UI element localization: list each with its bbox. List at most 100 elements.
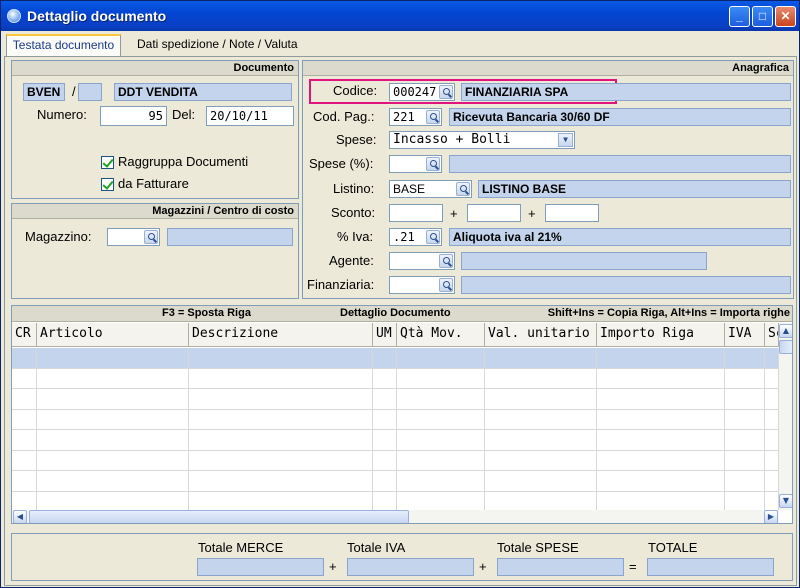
finanziaria-lookup-icon[interactable] <box>439 278 453 292</box>
spese-select[interactable]: Incasso + Bolli ▼ <box>389 131 575 149</box>
table-cell[interactable] <box>765 471 779 492</box>
raggruppa-checkbox[interactable] <box>101 156 114 169</box>
table-cell[interactable] <box>485 450 597 471</box>
table-cell[interactable] <box>397 348 485 369</box>
table-cell[interactable] <box>597 348 725 369</box>
table-cell[interactable] <box>189 389 373 410</box>
table-cell[interactable] <box>373 368 397 389</box>
table-cell[interactable] <box>597 389 725 410</box>
table-cell[interactable] <box>485 409 597 430</box>
table-cell[interactable] <box>725 450 765 471</box>
table-cell[interactable] <box>397 450 485 471</box>
table-cell[interactable] <box>37 348 189 369</box>
spese-pct-input[interactable] <box>389 155 442 173</box>
agente-input[interactable] <box>389 252 455 270</box>
table-cell[interactable] <box>397 430 485 451</box>
table-cell[interactable] <box>725 409 765 430</box>
table-row[interactable] <box>12 430 779 451</box>
table-cell[interactable] <box>397 491 485 512</box>
table-row[interactable] <box>12 368 779 389</box>
table-cell[interactable] <box>597 430 725 451</box>
table-row[interactable] <box>12 348 779 369</box>
table-cell[interactable] <box>485 471 597 492</box>
sconto-1-input[interactable] <box>389 204 443 222</box>
tab-testata-documento[interactable]: Testata documento <box>6 34 121 57</box>
codice-input[interactable]: 000247 <box>389 83 455 101</box>
table-cell[interactable] <box>485 368 597 389</box>
table-cell[interactable] <box>12 450 37 471</box>
numero-input[interactable]: 95 <box>100 106 167 126</box>
scroll-left-icon[interactable]: ◀ <box>13 510 27 523</box>
table-cell[interactable] <box>37 409 189 430</box>
table-cell[interactable] <box>597 471 725 492</box>
col-descrizione[interactable]: Descrizione <box>189 323 373 347</box>
table-cell[interactable] <box>765 348 779 369</box>
table-cell[interactable] <box>12 491 37 512</box>
table-cell[interactable] <box>725 491 765 512</box>
table-row[interactable] <box>12 450 779 471</box>
col-sc[interactable]: Sc <box>765 323 779 347</box>
table-row[interactable] <box>12 491 779 512</box>
table-cell[interactable] <box>725 430 765 451</box>
table-cell[interactable] <box>485 491 597 512</box>
magazzino-lookup-icon[interactable] <box>144 230 158 244</box>
table-cell[interactable] <box>37 389 189 410</box>
table-cell[interactable] <box>12 409 37 430</box>
table-cell[interactable] <box>485 389 597 410</box>
table-cell[interactable] <box>597 450 725 471</box>
codpag-lookup-icon[interactable] <box>426 110 440 124</box>
maximize-button[interactable]: □ <box>752 6 773 27</box>
grid-vscrollbar[interactable]: ▲ ▼ <box>779 323 792 510</box>
table-cell[interactable] <box>12 430 37 451</box>
table-cell[interactable] <box>485 348 597 369</box>
table-cell[interactable] <box>397 409 485 430</box>
table-cell[interactable] <box>725 368 765 389</box>
table-cell[interactable] <box>189 368 373 389</box>
spese-pct-lookup-icon[interactable] <box>426 157 440 171</box>
table-cell[interactable] <box>373 471 397 492</box>
tab-dati-spedizione[interactable]: Dati spedizione / Note / Valuta <box>131 36 304 56</box>
table-cell[interactable] <box>765 389 779 410</box>
minimize-button[interactable]: _ <box>729 6 750 27</box>
table-cell[interactable] <box>485 430 597 451</box>
spese-dropdown-icon[interactable]: ▼ <box>558 133 573 147</box>
table-cell[interactable] <box>725 389 765 410</box>
table-cell[interactable] <box>189 491 373 512</box>
fatturare-checkbox[interactable] <box>101 178 114 191</box>
table-cell[interactable] <box>597 368 725 389</box>
table-cell[interactable] <box>373 348 397 369</box>
col-importo-riga[interactable]: Importo Riga <box>597 323 725 347</box>
table-cell[interactable] <box>189 430 373 451</box>
scroll-right-icon[interactable]: ▶ <box>764 510 778 523</box>
codpag-input[interactable]: 221 <box>389 108 442 126</box>
listino-input[interactable]: BASE <box>389 180 472 198</box>
col-qta-mov[interactable]: Qtà Mov. <box>397 323 485 347</box>
iva-input[interactable]: .21 <box>389 228 442 246</box>
codice-lookup-icon[interactable] <box>439 85 453 99</box>
table-row[interactable] <box>12 409 779 430</box>
table-cell[interactable] <box>37 368 189 389</box>
table-cell[interactable] <box>373 430 397 451</box>
col-cr[interactable]: CR <box>12 323 37 347</box>
listino-lookup-icon[interactable] <box>456 182 470 196</box>
sconto-2-input[interactable] <box>467 204 521 222</box>
table-cell[interactable] <box>373 409 397 430</box>
table-cell[interactable] <box>373 389 397 410</box>
sconto-3-input[interactable] <box>545 204 599 222</box>
table-cell[interactable] <box>12 348 37 369</box>
table-row[interactable] <box>12 389 779 410</box>
table-cell[interactable] <box>765 368 779 389</box>
numero-serie-field[interactable] <box>78 83 102 101</box>
table-cell[interactable] <box>397 389 485 410</box>
serie-field[interactable]: BVEN <box>23 83 65 101</box>
col-iva[interactable]: IVA <box>725 323 765 347</box>
table-cell[interactable] <box>189 409 373 430</box>
finanziaria-input[interactable] <box>389 276 455 294</box>
table-cell[interactable] <box>373 491 397 512</box>
table-cell[interactable] <box>37 450 189 471</box>
table-cell[interactable] <box>397 471 485 492</box>
table-cell[interactable] <box>189 471 373 492</box>
table-cell[interactable] <box>37 430 189 451</box>
agente-lookup-icon[interactable] <box>439 254 453 268</box>
table-cell[interactable] <box>765 409 779 430</box>
